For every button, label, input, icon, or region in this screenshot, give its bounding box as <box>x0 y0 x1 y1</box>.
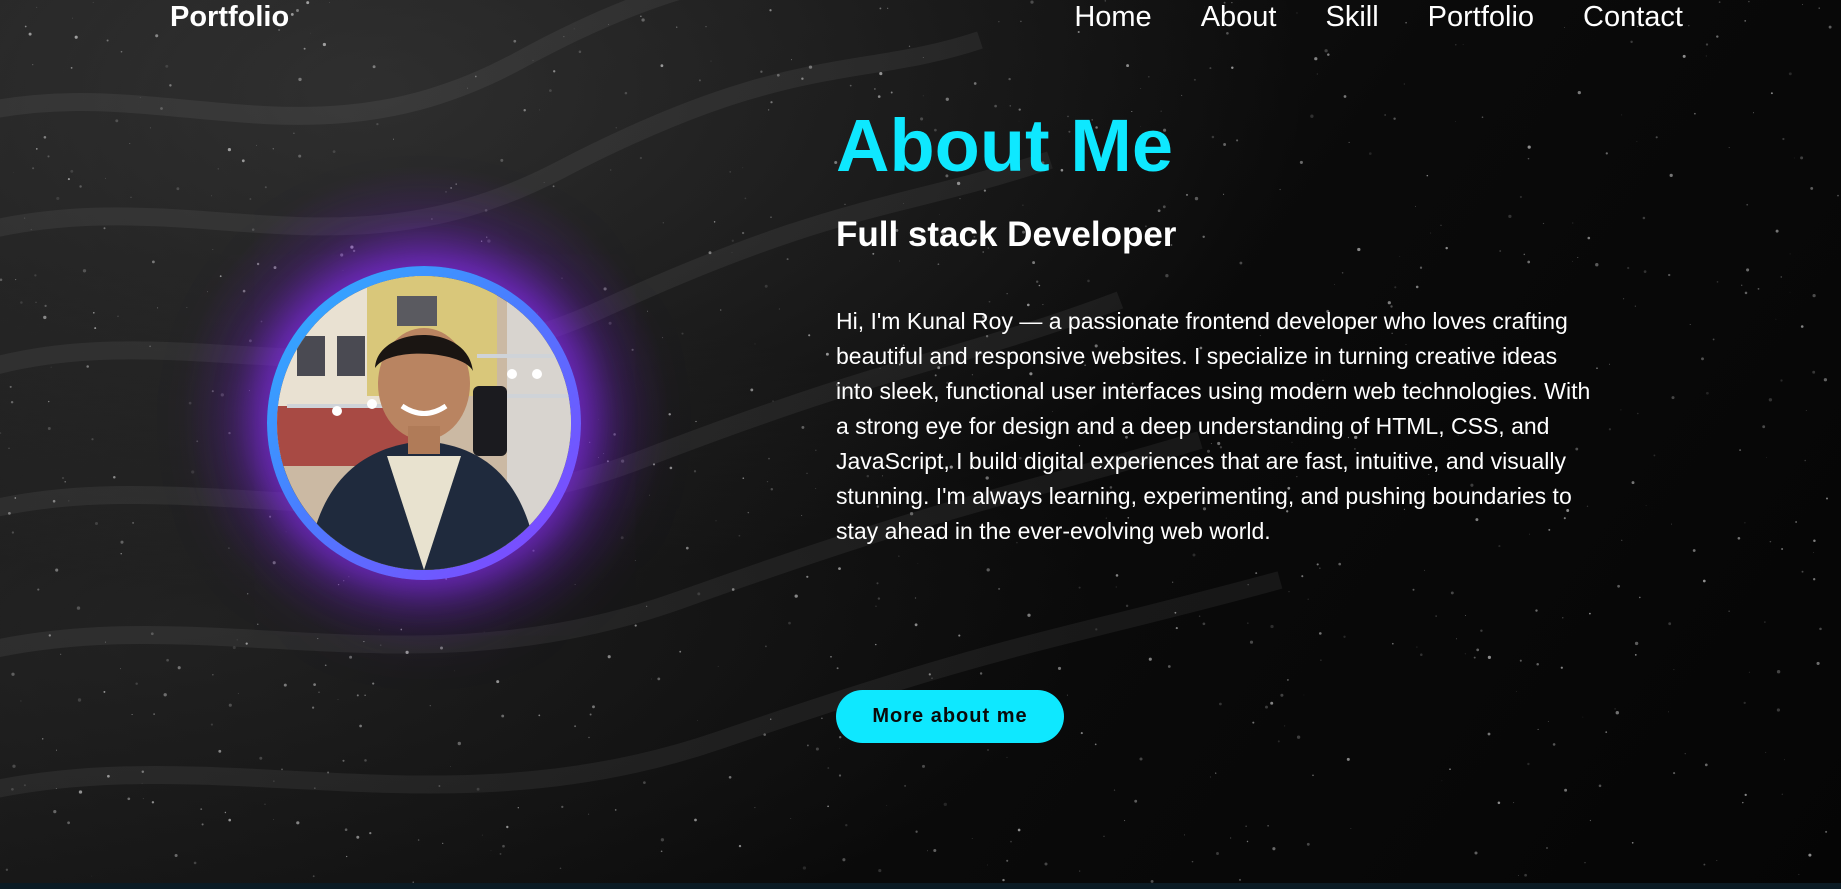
avatar-frame <box>267 266 581 580</box>
nav-portfolio[interactable]: Portfolio <box>1428 0 1534 34</box>
role-subheading: Full stack Developer <box>836 215 1177 254</box>
bio-paragraph: Hi, I'm Kunal Roy — a passionate fronten… <box>836 308 1591 544</box>
nav-about[interactable]: About <box>1201 0 1277 34</box>
profile-photo <box>277 276 571 570</box>
more-about-me-button[interactable]: More about me <box>836 690 1064 743</box>
about-heading: About Me <box>836 104 1174 187</box>
site-logo[interactable]: Portfolio <box>170 0 289 34</box>
nav-contact[interactable]: Contact <box>1583 0 1683 34</box>
footer-strip <box>0 883 1841 889</box>
main-nav: Home About Skill Portfolio Contact <box>1074 0 1683 34</box>
nav-skill[interactable]: Skill <box>1325 0 1378 34</box>
nav-home[interactable]: Home <box>1074 0 1151 34</box>
